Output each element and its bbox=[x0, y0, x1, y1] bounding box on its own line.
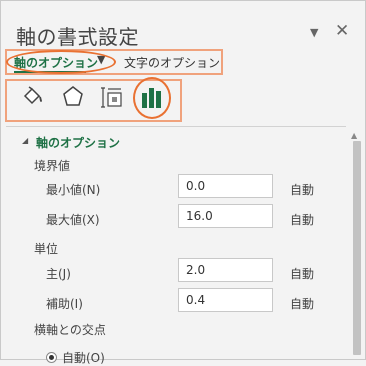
pane-options-menu-icon[interactable]: ▼ bbox=[310, 27, 318, 38]
minimum-label: 最小値(N) bbox=[46, 183, 101, 197]
radio-auto-label: 自動(O) bbox=[62, 351, 105, 365]
size-properties-icon[interactable] bbox=[100, 85, 126, 111]
fill-line-icon[interactable] bbox=[20, 84, 46, 110]
pane-title: 軸の書式設定 bbox=[16, 25, 139, 49]
major-unit-label: 主(J) bbox=[46, 267, 71, 281]
scroll-up-arrow-icon[interactable]: ▲ bbox=[351, 131, 357, 140]
minor-unit-input[interactable]: 0.4 bbox=[178, 288, 273, 312]
crosses-label: 横軸との交点 bbox=[34, 323, 106, 337]
scrollbar-thumb[interactable] bbox=[353, 141, 361, 355]
minor-unit-label: 補助(I) bbox=[46, 297, 83, 311]
maximum-label: 最大値(X) bbox=[46, 213, 100, 227]
close-icon[interactable]: ✕ bbox=[335, 23, 349, 40]
minimum-auto-button[interactable]: 自動 bbox=[290, 181, 314, 198]
tab-text-options[interactable]: 文字のオプション bbox=[124, 54, 220, 71]
selection-circle bbox=[6, 50, 116, 74]
radio-auto-cross[interactable] bbox=[46, 352, 57, 363]
minimum-input[interactable]: 0.0 bbox=[178, 174, 273, 198]
maximum-auto-button[interactable]: 自動 bbox=[290, 211, 314, 228]
minor-auto-button[interactable]: 自動 bbox=[290, 295, 314, 312]
selection-circle bbox=[133, 77, 171, 119]
collapse-triangle-icon[interactable]: ◢ bbox=[22, 136, 28, 145]
major-auto-button[interactable]: 自動 bbox=[290, 265, 314, 282]
major-unit-input[interactable]: 2.0 bbox=[178, 258, 273, 282]
section-title[interactable]: 軸のオプション bbox=[36, 134, 120, 151]
divider bbox=[6, 126, 346, 127]
maximum-input[interactable]: 16.0 bbox=[178, 204, 273, 228]
effects-icon[interactable] bbox=[60, 84, 86, 110]
units-label: 単位 bbox=[34, 242, 59, 256]
bounds-label: 境界値 bbox=[34, 159, 71, 173]
